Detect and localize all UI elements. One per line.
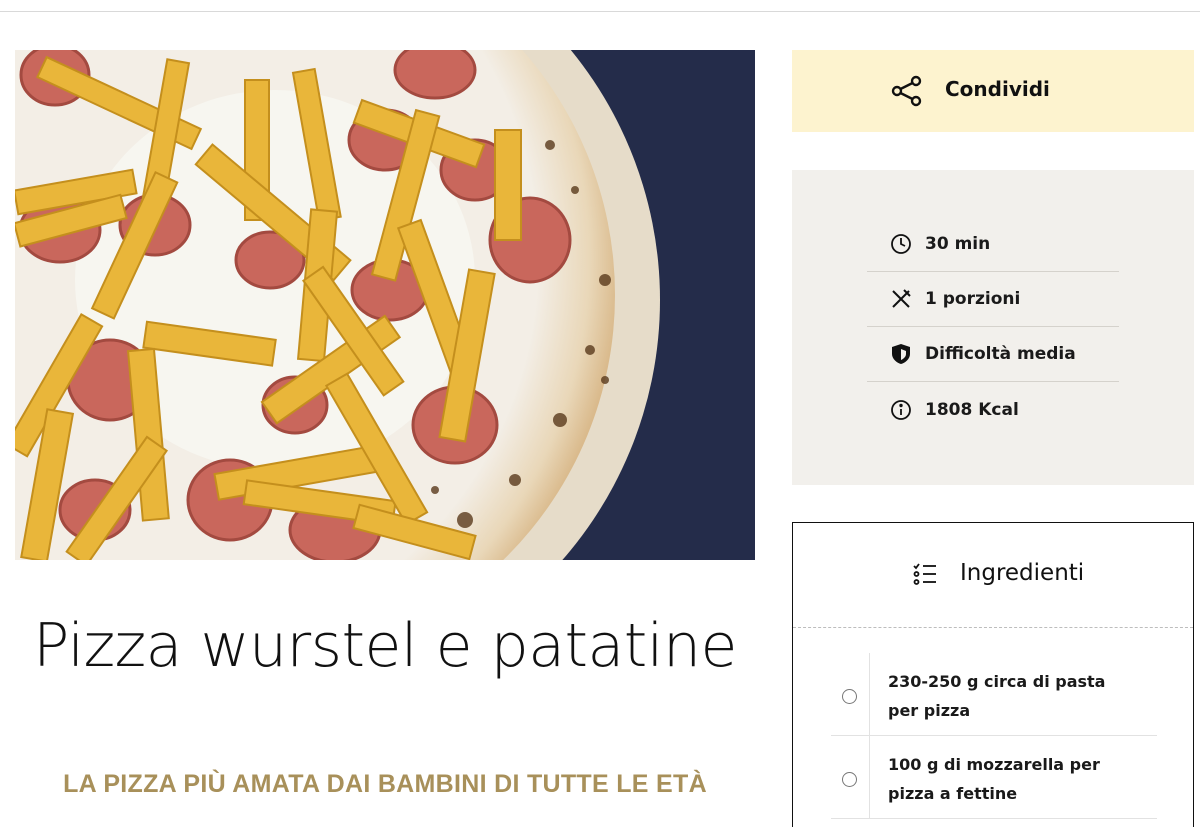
clock-icon bbox=[889, 232, 913, 256]
ingredients-header: Ingredienti bbox=[793, 523, 1193, 628]
info-servings-text: 1 porzioni bbox=[925, 289, 1021, 309]
recipe-title: Pizza wurstel e patatine bbox=[33, 611, 737, 681]
list-icon bbox=[913, 563, 937, 585]
ingredients-panel: Ingredienti 230-250 g circa di pasta per… bbox=[792, 522, 1194, 827]
info-calories: 1808 Kcal bbox=[867, 382, 1119, 437]
ingredient-item: 230-250 g circa di pasta per pizza bbox=[831, 653, 1157, 736]
recipe-hero-image bbox=[15, 50, 755, 560]
recipe-subtitle: LA PIZZA PIÙ AMATA DAI BAMBINI DI TUTTE … bbox=[63, 770, 707, 798]
share-button[interactable]: Condividi bbox=[792, 50, 1194, 132]
info-time: 30 min bbox=[867, 217, 1119, 272]
info-icon bbox=[889, 398, 913, 422]
recipe-info-panel: 30 min 1 porzioni Difficoltà media 1808 … bbox=[792, 170, 1194, 485]
info-time-text: 30 min bbox=[925, 234, 991, 254]
divider bbox=[869, 736, 870, 818]
top-border bbox=[0, 0, 1200, 12]
ingredients-title: Ingredienti bbox=[960, 560, 1085, 586]
fork-knife-icon bbox=[889, 287, 913, 311]
ingredient-text: 230-250 g circa di pasta per pizza bbox=[888, 672, 1106, 720]
info-difficulty: Difficoltà media bbox=[867, 327, 1119, 382]
share-icon bbox=[890, 74, 924, 108]
ingredient-item: 100 g di mozzarella per pizza a fettine bbox=[831, 736, 1157, 819]
divider bbox=[869, 653, 870, 735]
info-servings: 1 porzioni bbox=[867, 272, 1119, 327]
ingredient-text: 100 g di mozzarella per pizza a fettine bbox=[888, 755, 1100, 803]
ingredient-checkbox[interactable] bbox=[842, 772, 857, 787]
info-difficulty-text: Difficoltà media bbox=[925, 344, 1076, 364]
ingredient-checkbox[interactable] bbox=[842, 689, 857, 704]
info-calories-text: 1808 Kcal bbox=[925, 399, 1019, 420]
shield-icon bbox=[889, 342, 913, 366]
share-label: Condividi bbox=[945, 77, 1050, 101]
